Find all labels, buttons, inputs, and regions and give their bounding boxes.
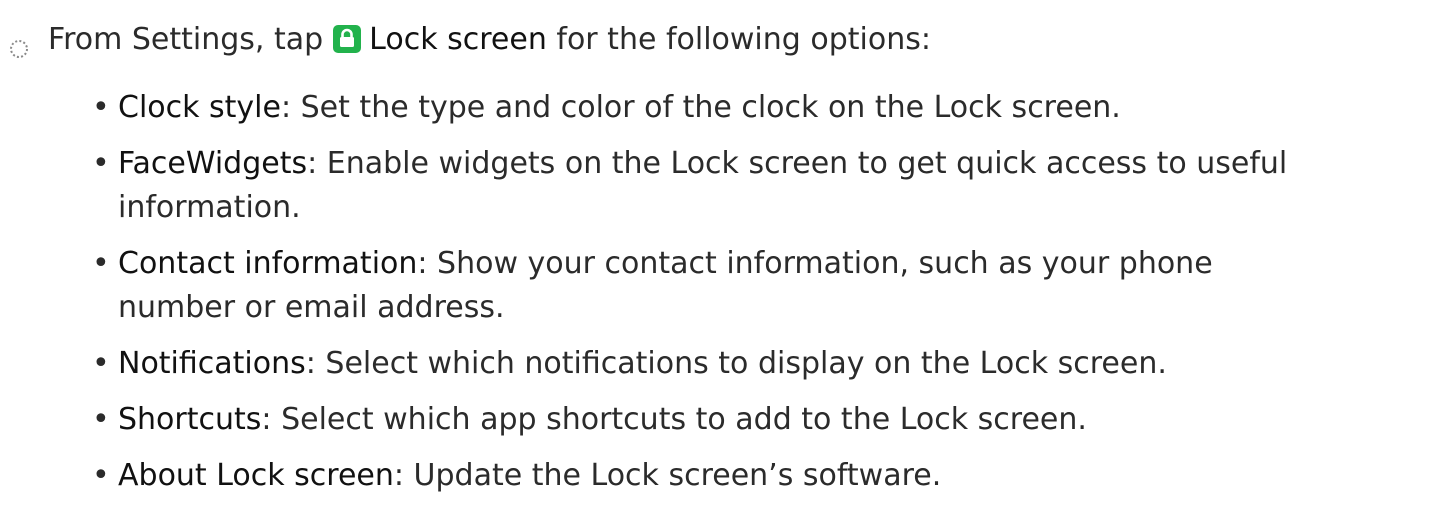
lock-icon <box>333 25 362 53</box>
list-item-shortcuts: • Shortcuts: Select which app shortcuts … <box>92 398 1418 442</box>
item-description: : Select which app shortcuts to add to t… <box>261 402 1087 437</box>
options-list: • Clock style: Set the type and color of… <box>92 86 1418 510</box>
bullet: • <box>92 246 110 281</box>
step-instruction: From Settings, tap Lock screen for the f… <box>0 18 931 62</box>
step-suffix: for the following options: <box>556 22 931 57</box>
list-item-clock-style: • Clock style: Set the type and color of… <box>92 86 1418 130</box>
item-description: : Enable widgets on the Lock screen to g… <box>307 146 1288 181</box>
item-term: Contact information <box>118 246 418 281</box>
item-term: Shortcuts <box>118 402 262 437</box>
item-description-continued: number or email address. <box>118 290 505 325</box>
item-description-continued: information. <box>118 190 301 225</box>
list-item-about-lock-screen: • About Lock screen: Update the Lock scr… <box>92 454 1418 498</box>
bullet: • <box>92 146 110 181</box>
step-marker-icon <box>8 29 30 58</box>
list-item-facewidgets: • FaceWidgets: Enable widgets on the Loc… <box>92 142 1418 230</box>
list-item-contact-information: • Contact information: Show your contact… <box>92 242 1418 330</box>
item-term: FaceWidgets <box>118 146 308 181</box>
bullet: • <box>92 90 110 125</box>
item-description: : Set the type and color of the clock on… <box>280 90 1121 125</box>
item-description: : Show your contact information, such as… <box>417 246 1213 281</box>
bullet: • <box>92 346 110 381</box>
item-term: Notifications <box>118 346 306 381</box>
item-term: Clock style <box>118 90 281 125</box>
lock-screen-label: Lock screen <box>369 22 547 57</box>
item-term: About Lock screen <box>118 458 394 493</box>
item-description: : Select which notifications to display … <box>305 346 1167 381</box>
item-description: : Update the Lock screen’s software. <box>393 458 942 493</box>
step-prefix: From Settings, tap <box>48 22 324 57</box>
bullet: • <box>92 458 110 493</box>
bullet: • <box>92 402 110 437</box>
page: From Settings, tap Lock screen for the f… <box>0 0 1429 523</box>
list-item-notifications: • Notifications: Select which notificati… <box>92 342 1418 386</box>
